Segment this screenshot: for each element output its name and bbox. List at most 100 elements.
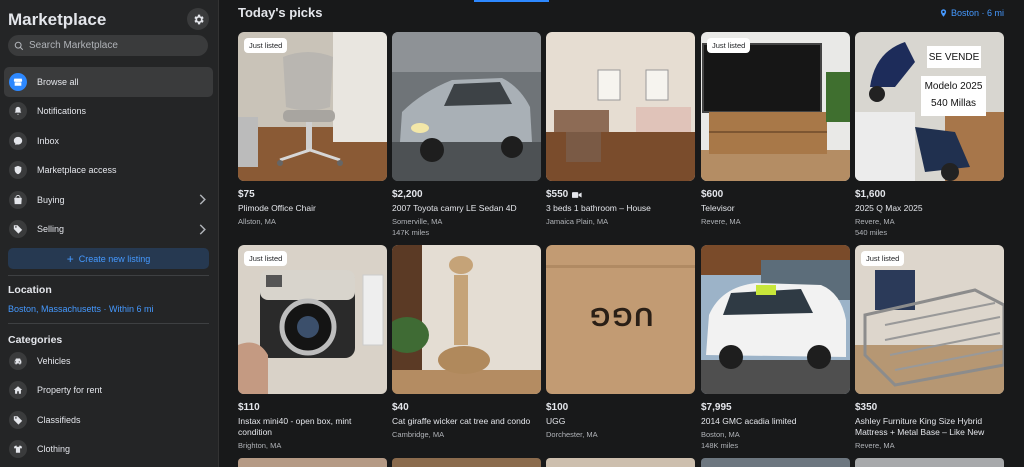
sidebar-item-marketplace-access[interactable]: Marketplace access xyxy=(4,156,213,186)
listing-price: $550 xyxy=(546,189,695,200)
gear-icon xyxy=(193,14,204,24)
listing-price: $7,995 xyxy=(701,402,732,413)
listing-card[interactable]: $550 3 beds 1 bathroom – House Jamaica P… xyxy=(546,32,695,226)
listing-price: $1,600 xyxy=(855,189,886,200)
listing-location: Jamaica Plain, MA xyxy=(546,217,609,226)
settings-button[interactable] xyxy=(187,8,209,30)
sidebar-item-label: Notifications xyxy=(37,106,87,117)
sidebar-item-label: Selling xyxy=(37,224,65,235)
just-listed-badge: Just listed xyxy=(244,38,288,53)
category-item-vehicles[interactable]: Vehicles xyxy=(4,346,213,376)
listing-location: Cambridge, MA xyxy=(392,430,445,439)
listing-card-partial[interactable] xyxy=(392,458,541,467)
page-title: Today's picks xyxy=(238,5,323,20)
listing-mileage: 540 miles xyxy=(855,228,888,237)
listing-image: Just listed xyxy=(238,245,387,394)
listing-location: Revere, MA xyxy=(701,217,741,226)
listing-title: Plimode Office Chair xyxy=(238,203,316,213)
listing-image: Just listed xyxy=(855,245,1004,394)
listing-image: UGG xyxy=(546,245,695,394)
listing-price: $40 xyxy=(392,402,409,413)
listing-price: $110 xyxy=(238,402,260,413)
listing-price: $2,200 xyxy=(392,189,423,200)
listing-location: Somerville, MA xyxy=(392,217,443,226)
listing-mileage: 148K miles xyxy=(701,441,739,450)
search-bar[interactable] xyxy=(8,35,208,56)
sidebar-item-selling[interactable]: Selling xyxy=(4,215,213,245)
sidebar-item-inbox[interactable]: Inbox xyxy=(4,126,213,156)
listing-image xyxy=(701,245,850,394)
create-listing-label: Create new listing xyxy=(78,253,151,264)
listing-card[interactable]: Just listed $350 Ashley Furniture King S… xyxy=(855,245,1004,450)
listing-card[interactable]: $7,995 2014 GMC acadia limited Boston, M… xyxy=(701,245,850,450)
listing-card[interactable]: $40 Cat giraffe wicker cat tree and cond… xyxy=(392,245,541,439)
main-content: Today's picks Boston · 6 mi Just listed … xyxy=(220,0,1024,467)
car-icon xyxy=(9,351,27,370)
category-label: Vehicles xyxy=(37,355,71,366)
search-input[interactable] xyxy=(29,40,189,51)
sidebar-title: Marketplace xyxy=(8,10,107,29)
scroll-indicator xyxy=(474,0,549,2)
listing-price: $350 xyxy=(855,402,878,413)
sidebar-item-buying[interactable]: Buying xyxy=(4,185,213,215)
listing-title: 3 beds 1 bathroom – House xyxy=(546,203,651,213)
location-filter-link[interactable]: Boston · 6 mi xyxy=(939,8,1004,18)
listing-card[interactable]: Just listed $600 Televisor Revere, MA xyxy=(701,32,850,226)
listing-card[interactable]: UGG $100 UGG Dorchester, MA xyxy=(546,245,695,439)
tag-icon xyxy=(9,410,27,429)
listing-card-partial[interactable] xyxy=(855,458,1004,467)
listing-card-partial[interactable] xyxy=(238,458,387,467)
listing-title: Ashley Furniture King Size Hybrid Mattre… xyxy=(855,416,985,437)
listing-title: Instax mini40 - open box, mint condition xyxy=(238,416,352,437)
category-item-classifieds[interactable]: Classifieds xyxy=(4,405,213,435)
category-item-property-for-rent[interactable]: Property for rent xyxy=(4,376,213,406)
listing-title: Cat giraffe wicker cat tree and condo xyxy=(392,416,531,426)
listing-image xyxy=(392,32,541,181)
listing-card[interactable]: Just listed $75 Plimode Office Chair All… xyxy=(238,32,387,226)
listing-card-partial[interactable] xyxy=(546,458,695,467)
just-listed-badge: Just listed xyxy=(707,38,751,53)
listing-image xyxy=(392,245,541,394)
listing-location: Boston, MA xyxy=(701,430,740,439)
listing-image: Just listed xyxy=(238,32,387,181)
listing-location: Revere, MA xyxy=(855,217,895,226)
location-filter-label: Boston · 6 mi xyxy=(950,8,1004,18)
listing-price-value: $550 xyxy=(546,189,569,200)
overlay-text-se-vende: SE VENDE xyxy=(928,52,980,63)
listing-card-partial[interactable] xyxy=(701,458,850,467)
location-pin-icon xyxy=(940,9,947,17)
listing-title: UGG xyxy=(546,416,566,426)
sidebar-item-browse-all[interactable]: Browse all xyxy=(4,67,213,97)
location-value[interactable]: Boston, Massachusetts · Within 6 mi xyxy=(8,304,154,314)
listing-image: Just listed xyxy=(701,32,850,181)
messenger-icon xyxy=(9,131,27,150)
listing-card[interactable]: $2,200 2007 Toyota camry LE Sedan 4D Som… xyxy=(392,32,541,237)
listing-title: Televisor xyxy=(701,203,735,213)
sidebar-item-label: Buying xyxy=(37,194,65,205)
sidebar-item-label: Inbox xyxy=(37,135,60,146)
video-icon xyxy=(572,191,582,198)
overlay-text-modelo: Modelo 2025 xyxy=(924,81,983,92)
listing-location: Dorchester, MA xyxy=(546,430,598,439)
storefront-icon xyxy=(9,72,27,91)
tag-icon xyxy=(9,220,27,239)
divider xyxy=(8,323,209,324)
listing-title: 2014 GMC acadia limited xyxy=(701,416,797,426)
listing-price: $600 xyxy=(701,189,724,200)
listing-title: 2025 Q Max 2025 xyxy=(855,203,923,213)
listing-price: $75 xyxy=(238,189,255,200)
category-item-clothing[interactable]: Clothing xyxy=(4,435,213,465)
listing-card[interactable]: Just listed $110 Instax mini40 - open bo… xyxy=(238,245,387,450)
bell-icon xyxy=(9,102,27,121)
sidebar-item-label: Browse all xyxy=(37,76,79,87)
sidebar-item-label: Marketplace access xyxy=(37,165,117,176)
categories-title: Categories xyxy=(8,334,63,346)
listing-card[interactable]: SE VENDE Modelo 2025 540 Millas $1,600 2… xyxy=(855,32,1004,237)
listing-image xyxy=(546,32,695,181)
listing-location: Allston, MA xyxy=(238,217,276,226)
shirt-icon xyxy=(9,440,27,459)
divider xyxy=(8,275,209,276)
sidebar-item-notifications[interactable]: Notifications xyxy=(4,97,213,127)
create-listing-button[interactable]: + Create new listing xyxy=(8,248,209,269)
house-icon xyxy=(9,381,27,400)
